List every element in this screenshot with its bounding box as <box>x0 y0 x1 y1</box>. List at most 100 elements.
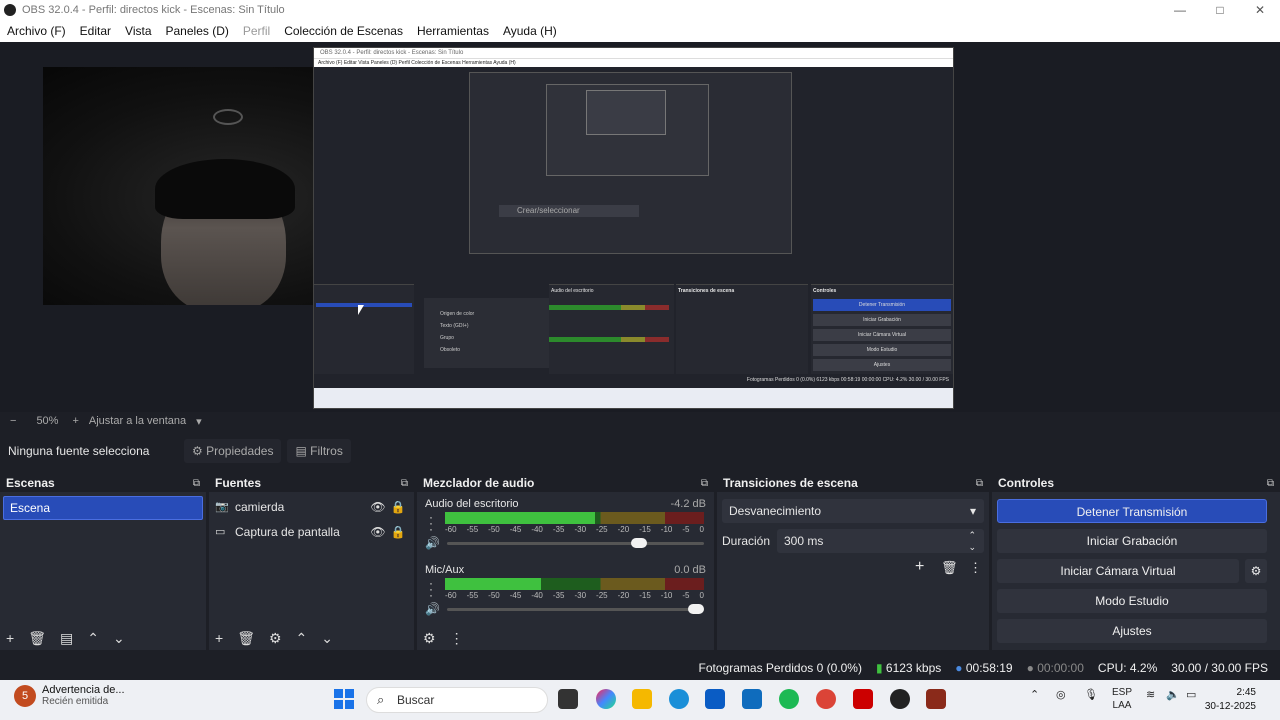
minimize-button[interactable]: — <box>1160 0 1200 20</box>
add-icon[interactable]: + <box>915 558 924 576</box>
app-icon[interactable] <box>853 689 873 709</box>
slider-knob[interactable] <box>631 538 648 548</box>
chevron-down-icon[interactable]: ▾ <box>196 415 202 428</box>
menu-paneles[interactable]: Paneles (D) <box>159 24 236 38</box>
menu-archivo[interactable]: Archivo (F) <box>0 24 73 38</box>
duration-input[interactable]: 300 ms ⌃ ⌄ <box>777 529 984 553</box>
more-icon[interactable]: · · · <box>429 511 433 535</box>
menu-perfil[interactable]: Perfil <box>236 24 277 38</box>
language-indicator[interactable]: ESP LAA <box>1112 686 1132 712</box>
task-view-icon[interactable] <box>558 689 578 709</box>
studio-mode-button[interactable]: Modo Estudio <box>997 589 1267 613</box>
wifi-icon[interactable]: ≋ <box>1146 688 1155 701</box>
lock-icon[interactable]: 🔒 <box>388 525 408 539</box>
speaker-icon[interactable]: 🔊 <box>425 536 440 550</box>
store-icon[interactable] <box>705 689 725 709</box>
trash-icon[interactable]: 🗑 <box>941 560 958 576</box>
file-explorer-icon[interactable] <box>632 689 652 709</box>
trash-icon[interactable]: 🗑 <box>237 630 255 647</box>
undock-icon[interactable]: ⧉ <box>193 478 200 489</box>
zoom-fit-dropdown[interactable]: Ajustar a la ventana <box>89 415 186 427</box>
game-icon[interactable] <box>926 689 946 709</box>
eye-icon[interactable]: 👁 <box>368 525 388 539</box>
undock-icon[interactable]: ⧉ <box>401 478 408 489</box>
add-icon[interactable]: + <box>215 630 223 646</box>
scene-item[interactable]: Escena <box>3 496 203 520</box>
lang-bottom: LAA <box>1112 700 1132 711</box>
advanced-audio-icon[interactable]: ⚙ <box>423 630 436 647</box>
gear-icon[interactable]: ⚙ <box>269 630 282 647</box>
meter-tick: -50 <box>488 591 500 600</box>
undock-icon[interactable]: ⧉ <box>976 478 983 489</box>
meter-tick: -35 <box>552 525 565 534</box>
obs-taskbar-icon[interactable] <box>890 689 910 709</box>
scenes-toolbar: + 🗑 ▤ ⌃ ⌄ <box>0 626 206 650</box>
volume-slider[interactable] <box>447 604 704 614</box>
menu-herramientas[interactable]: Herramientas <box>410 24 496 38</box>
arrow-down-icon[interactable]: ⌄ <box>113 630 125 647</box>
virtual-camera-button[interactable]: Iniciar Cámara Virtual <box>997 559 1239 583</box>
zoom-out-button[interactable]: − <box>10 415 16 427</box>
meter-tick: -35 <box>552 591 565 600</box>
lock-icon[interactable]: 🔒 <box>388 500 408 514</box>
clock[interactable]: 2:45 30-12-2025 <box>1205 686 1256 714</box>
nested-ctx-item: Texto (GDI+) <box>440 323 469 329</box>
menu-editar[interactable]: Editar <box>73 24 118 38</box>
volume-muted-icon[interactable]: 🔈 <box>1166 688 1180 701</box>
filter-icon[interactable]: ▤ <box>60 630 73 647</box>
menu-coleccion-escenas[interactable]: Colección de Escenas <box>277 24 410 38</box>
speaker-icon[interactable]: 🔊 <box>425 602 440 616</box>
start-recording-button[interactable]: Iniciar Grabación <box>997 529 1267 553</box>
notification[interactable]: 5 Advertencia de... Recién emitida <box>14 684 125 707</box>
status-bar: Fotogramas Perdidos 0 (0.0%) ▮ 6123 kbps… <box>0 658 1280 678</box>
edge-icon[interactable] <box>669 689 689 709</box>
arrow-down-icon[interactable]: ⌄ <box>321 630 333 647</box>
eye-icon[interactable]: 👁 <box>368 500 388 514</box>
more-icon[interactable]: ⋮ <box>450 630 464 647</box>
nested-meter <box>549 305 669 310</box>
more-icon[interactable]: ⋮ <box>969 560 982 576</box>
microphone-icon[interactable]: 🎙 <box>1084 688 1098 701</box>
slider-knob[interactable] <box>688 604 704 614</box>
stop-stream-button[interactable]: Detener Transmisión <box>997 499 1267 523</box>
meter-tick: -50 <box>488 525 500 534</box>
battery-icon[interactable]: ▭ <box>1186 688 1196 701</box>
chrome-icon[interactable] <box>816 689 836 709</box>
chevron-up-icon[interactable]: ⌃ <box>1030 688 1039 701</box>
source-item[interactable]: ▭ Captura de pantalla 👁 🔒 <box>209 519 414 544</box>
volume-slider[interactable] <box>447 538 704 548</box>
menu-vista[interactable]: Vista <box>118 24 158 38</box>
nested-dock-mixer: Audio del escritorio <box>549 284 674 374</box>
tray-icon[interactable]: ◎ <box>1056 688 1066 701</box>
outlook-icon[interactable] <box>742 689 762 709</box>
duration-value: 300 ms <box>784 534 824 548</box>
maximize-button[interactable]: □ <box>1200 0 1240 20</box>
undock-icon[interactable]: ⧉ <box>1267 478 1274 489</box>
spotify-icon[interactable] <box>779 689 799 709</box>
stream-time-value: 00:58:19 <box>965 661 1013 675</box>
trash-icon[interactable]: 🗑 <box>28 630 46 647</box>
filters-button[interactable]: ▤ Filtros <box>287 439 351 463</box>
more-icon[interactable]: · · · <box>429 577 433 601</box>
add-icon[interactable]: + <box>6 630 14 646</box>
settings-button[interactable]: Ajustes <box>997 619 1267 643</box>
taskbar-search[interactable]: ⌕ Buscar <box>366 687 548 713</box>
undock-icon[interactable]: ⧉ <box>701 478 708 489</box>
arrow-up-icon[interactable]: ⌃ <box>296 630 308 647</box>
gear-icon[interactable]: ⚙ <box>1245 559 1267 583</box>
transition-select[interactable]: Desvanecimiento ▾ <box>722 499 984 523</box>
meter-tick: -25 <box>596 525 608 534</box>
spinner-icon[interactable]: ⌃ ⌄ <box>968 529 976 553</box>
properties-button[interactable]: ⚙ Propiedades <box>184 439 282 463</box>
meter-tick: -20 <box>617 525 630 534</box>
zoom-in-button[interactable]: + <box>72 415 78 427</box>
source-item[interactable]: 📷 camierda 👁 🔒 <box>209 494 414 519</box>
transitions-title: Transiciones de escena <box>723 476 858 490</box>
menu-ayuda[interactable]: Ayuda (H) <box>496 24 564 38</box>
arrow-up-icon[interactable]: ⌃ <box>87 630 99 647</box>
stream-time: ● 00:58:19 <box>955 661 1012 675</box>
copilot-icon[interactable] <box>596 689 616 709</box>
rec-time-value: 00:00:00 <box>1037 661 1084 675</box>
close-button[interactable]: ✕ <box>1240 0 1280 20</box>
windows-start-icon[interactable] <box>334 689 354 709</box>
